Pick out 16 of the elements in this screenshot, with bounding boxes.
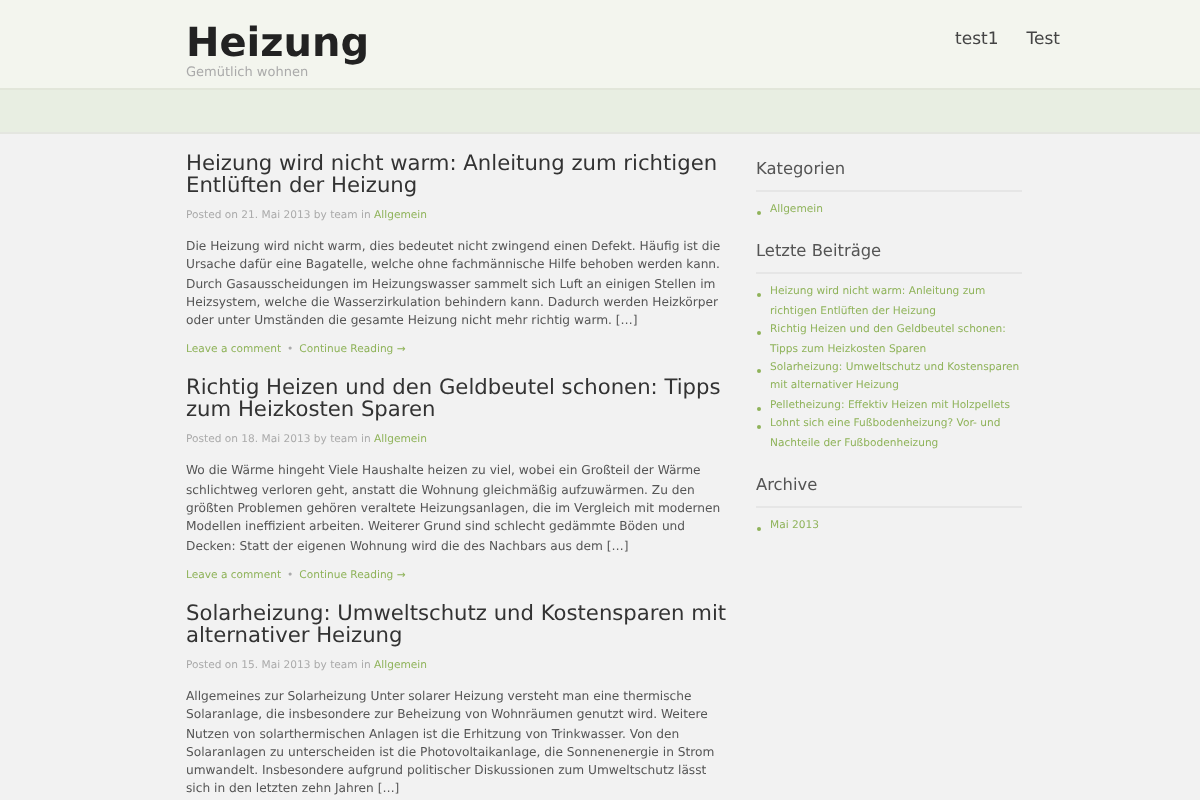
nav-link[interactable]: Test — [1026, 30, 1060, 88]
widget-title: Letzte Beiträge — [756, 236, 1022, 275]
bullet-icon — [756, 405, 762, 412]
bullet-icon — [756, 424, 762, 431]
nav-link[interactable]: test1 — [955, 30, 999, 88]
post-title[interactable]: Richtig Heizen und den Geldbeutel schonen: Tipps zum Heizkosten Sparen — [186, 378, 732, 423]
widget-title: Kategorien — [756, 154, 1022, 192]
bullet-icon — [756, 330, 762, 337]
bullet-icon — [756, 526, 762, 533]
post-title[interactable]: Heizung wird nicht warm: Anleitung zum richtigen Entlüften der Heizung — [186, 154, 732, 198]
widget-title: Archive — [756, 470, 1022, 509]
bullet-icon — [756, 368, 762, 375]
bullet-icon — [756, 210, 762, 216]
site-title[interactable]: Heizung — [186, 22, 370, 64]
bullet-icon — [756, 292, 762, 299]
post-title[interactable]: Solarheizung: Umweltschutz und Kostensparen mit alternativer Heizung — [186, 603, 732, 648]
